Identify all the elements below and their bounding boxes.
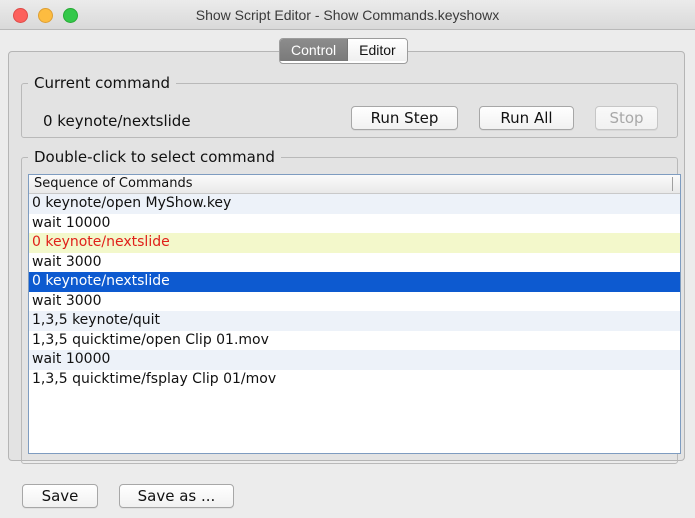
command-row[interactable]: 0 keynote/nextslide bbox=[29, 272, 680, 292]
tab-bar: Control Editor bbox=[279, 38, 408, 64]
current-command-legend: Current command bbox=[34, 74, 170, 92]
run-all-button[interactable]: Run All bbox=[479, 106, 574, 130]
list-column-header[interactable]: Sequence of Commands bbox=[29, 175, 680, 194]
current-command-value: 0 keynote/nextslide bbox=[43, 112, 191, 130]
command-row[interactable]: 1,3,5 keynote/quit bbox=[29, 311, 680, 331]
command-row[interactable]: 1,3,5 quicktime/fsplay Clip 01/mov bbox=[29, 370, 680, 390]
command-row[interactable]: wait 10000 bbox=[29, 350, 680, 370]
window-title: Show Script Editor - Show Commands.keysh… bbox=[195, 7, 500, 23]
command-row[interactable]: 1,3,5 quicktime/open Clip 01.mov bbox=[29, 331, 680, 351]
tab-editor[interactable]: Editor bbox=[348, 39, 407, 61]
command-rows: 0 keynote/open MyShow.key wait 10000 0 key… bbox=[29, 194, 680, 389]
tab-control[interactable]: Control bbox=[280, 39, 349, 61]
save-as-button[interactable]: Save as ... bbox=[119, 484, 234, 508]
show-script-editor-window: Show Script Editor - Show Commands.keysh… bbox=[0, 0, 695, 518]
run-step-button[interactable]: Run Step bbox=[351, 106, 458, 130]
column-divider bbox=[672, 177, 673, 191]
column-header-label: Sequence of Commands bbox=[34, 176, 193, 191]
command-row[interactable]: wait 3000 bbox=[29, 253, 680, 273]
stop-button: Stop bbox=[595, 106, 658, 130]
title-bar[interactable]: Show Script Editor - Show Commands.keysh… bbox=[0, 0, 695, 30]
command-row[interactable]: 0 keynote/open MyShow.key bbox=[29, 194, 680, 214]
command-row[interactable]: wait 10000 bbox=[29, 214, 680, 234]
command-list-legend: Double-click to select command bbox=[34, 148, 275, 166]
command-row[interactable]: wait 3000 bbox=[29, 292, 680, 312]
command-list[interactable]: Sequence of Commands 0 keynote/open MySh… bbox=[28, 174, 681, 454]
command-row[interactable]: 0 keynote/nextslide bbox=[29, 233, 680, 253]
save-button[interactable]: Save bbox=[22, 484, 98, 508]
